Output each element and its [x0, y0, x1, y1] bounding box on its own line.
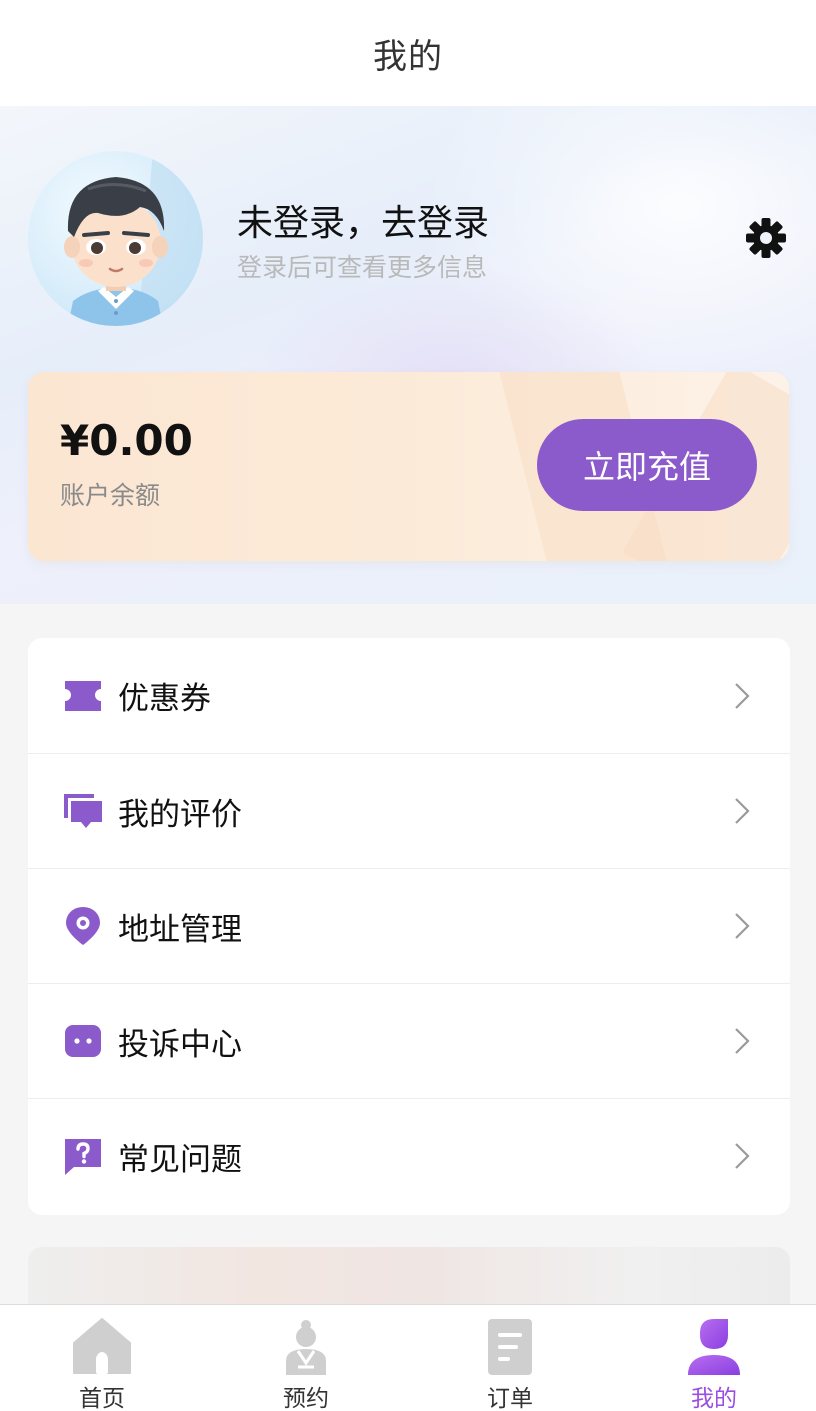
- user-icon: [684, 1317, 744, 1377]
- menu-item-label: 地址管理: [118, 911, 242, 948]
- complaint-icon: [62, 1020, 104, 1062]
- login-prompt[interactable]: 未登录，去登录: [237, 194, 489, 246]
- balance-amount: ¥0.00: [60, 416, 193, 465]
- tab-label: 我的: [691, 1386, 737, 1411]
- chevron-right-icon: [735, 798, 750, 824]
- gear-icon: [746, 218, 786, 258]
- menu-item-complaints[interactable]: 投诉中心: [28, 983, 790, 1098]
- menu-item-label: 投诉中心: [118, 1026, 242, 1063]
- page-title: 我的: [373, 36, 443, 77]
- question-icon: [62, 1135, 104, 1177]
- tab-label: 订单: [487, 1386, 533, 1411]
- tab-mine[interactable]: 我的: [612, 1305, 816, 1411]
- tab-appointment[interactable]: 预约: [204, 1305, 408, 1411]
- menu-item-label: 常见问题: [118, 1141, 242, 1178]
- home-icon: [72, 1317, 132, 1377]
- chevron-right-icon: [735, 682, 750, 709]
- menu-item-faq[interactable]: 常见问题: [28, 1098, 790, 1213]
- tab-home[interactable]: 首页: [0, 1305, 204, 1411]
- tab-orders[interactable]: 订单: [408, 1305, 612, 1411]
- recharge-button[interactable]: 立即充值: [537, 419, 757, 511]
- avatar[interactable]: [28, 151, 203, 326]
- balance-label: 账户余额: [60, 481, 161, 510]
- order-icon: [480, 1317, 540, 1377]
- menu-item-address[interactable]: 地址管理: [28, 868, 790, 983]
- chevron-right-icon: [735, 913, 750, 939]
- appointment-icon: [276, 1317, 336, 1377]
- comment-icon: [62, 790, 104, 832]
- coupon-icon: [62, 675, 104, 717]
- menu-item-reviews[interactable]: 我的评价: [28, 753, 790, 868]
- menu-item-coupon[interactable]: 优惠券: [28, 638, 790, 753]
- tab-label: 首页: [79, 1386, 125, 1411]
- login-hint: 登录后可查看更多信息: [237, 253, 488, 282]
- page-header: 我的: [0, 0, 816, 106]
- bottom-tab-bar: 首页 预约 订单 我的: [0, 1304, 816, 1411]
- chevron-right-icon: [735, 1143, 750, 1169]
- menu-item-label: 优惠券: [118, 681, 211, 717]
- chevron-right-icon: [735, 1028, 750, 1054]
- location-pin-icon: [62, 905, 104, 947]
- menu-list: 优惠券 我的评价 地址管理 投诉中心 常见问题: [28, 638, 790, 1215]
- balance-card: ¥0.00 账户余额 立即充值: [28, 372, 789, 561]
- settings-button[interactable]: [744, 216, 788, 260]
- tab-label: 预约: [283, 1386, 329, 1411]
- menu-item-label: 我的评价: [118, 796, 242, 833]
- default-user-avatar-icon: [64, 151, 203, 326]
